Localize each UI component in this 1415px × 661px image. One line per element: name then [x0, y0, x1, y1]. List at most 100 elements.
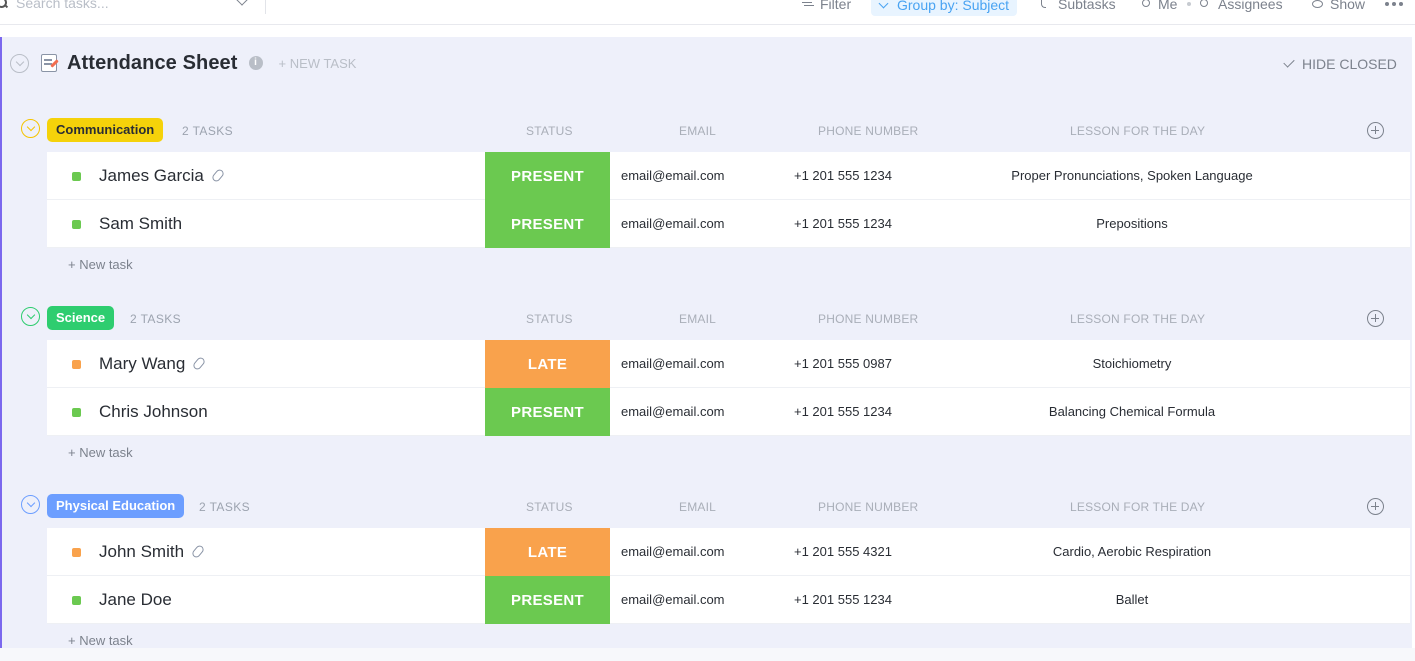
new-task-row-button[interactable]: + New task — [68, 436, 1412, 470]
attachment-icon[interactable] — [192, 355, 207, 372]
add-column-icon[interactable] — [1367, 310, 1384, 327]
email-cell[interactable]: email@email.com — [621, 216, 725, 231]
status-square-icon[interactable] — [72, 596, 81, 605]
document-edit-icon — [41, 54, 57, 72]
email-cell[interactable]: email@email.com — [621, 404, 725, 419]
new-task-row-button[interactable]: + New task — [68, 248, 1412, 282]
group-header: Physical Education 2 TASKS STATUS EMAIL … — [2, 494, 1412, 528]
subtasks-icon — [1040, 0, 1050, 9]
column-header-status[interactable]: STATUS — [526, 500, 573, 514]
status-badge[interactable]: LATE — [485, 340, 610, 388]
task-row[interactable]: Jane Doe PRESENT email@email.com +1 201 … — [47, 576, 1410, 624]
collapse-group-icon[interactable] — [21, 495, 40, 514]
search-input[interactable] — [16, 0, 216, 11]
column-header-lesson[interactable]: LESSON FOR THE DAY — [1070, 500, 1205, 514]
collapse-list-icon[interactable] — [10, 53, 29, 73]
column-header-phone[interactable]: PHONE NUMBER — [818, 124, 918, 138]
phone-cell[interactable]: +1 201 555 0987 — [794, 356, 892, 371]
user-icon — [1140, 0, 1150, 9]
status-square-icon[interactable] — [72, 220, 81, 229]
lesson-cell[interactable]: Balancing Chemical Formula — [933, 404, 1331, 419]
task-name[interactable]: Mary Wang — [99, 354, 207, 374]
phone-cell[interactable]: +1 201 555 1234 — [794, 168, 892, 183]
column-header-email[interactable]: EMAIL — [679, 312, 716, 326]
assignees-label: Assignees — [1218, 0, 1283, 12]
new-task-button[interactable]: + NEW TASK — [279, 56, 357, 71]
status-square-icon[interactable] — [72, 548, 81, 557]
group-badge[interactable]: Science — [47, 306, 115, 330]
hide-closed-button[interactable]: HIDE CLOSED — [1283, 56, 1397, 72]
task-row[interactable]: Mary Wang LATE email@email.com +1 201 55… — [47, 340, 1410, 388]
column-header-status[interactable]: STATUS — [526, 312, 573, 326]
list-title: Attendance Sheet — [67, 51, 238, 74]
status-badge[interactable]: PRESENT — [485, 152, 610, 200]
phone-cell[interactable]: +1 201 555 4321 — [794, 544, 892, 559]
status-badge[interactable]: PRESENT — [485, 388, 610, 436]
task-name[interactable]: James Garcia — [99, 166, 226, 186]
task-count: 2 TASKS — [199, 500, 251, 514]
email-cell[interactable]: email@email.com — [621, 168, 725, 183]
info-icon[interactable]: i — [248, 56, 263, 70]
separator-dot — [1187, 2, 1192, 6]
task-name[interactable]: John Smith — [99, 542, 206, 562]
group-badge[interactable]: Communication — [47, 118, 164, 142]
attachment-icon[interactable] — [190, 543, 206, 560]
column-header-lesson[interactable]: LESSON FOR THE DAY — [1070, 124, 1205, 138]
task-name[interactable]: Chris Johnson — [99, 402, 208, 422]
lesson-cell[interactable]: Prepositions — [933, 216, 1331, 231]
lesson-cell[interactable]: Ballet — [933, 592, 1331, 607]
column-header-email[interactable]: EMAIL — [679, 500, 716, 514]
lesson-cell[interactable]: Proper Pronunciations, Spoken Language — [933, 168, 1331, 183]
show-button[interactable]: Show — [1312, 0, 1365, 14]
group-by-button[interactable]: Group by: Subject — [871, 0, 1018, 16]
status-square-icon[interactable] — [72, 408, 81, 417]
users-icon — [1200, 0, 1210, 9]
group-physical-education: Physical Education 2 TASKS STATUS EMAIL … — [2, 494, 1412, 658]
search-icon — [0, 0, 8, 9]
task-row[interactable]: John Smith LATE email@email.com +1 201 5… — [47, 528, 1410, 576]
lesson-cell[interactable]: Cardio, Aerobic Respiration — [933, 544, 1331, 559]
column-header-phone[interactable]: PHONE NUMBER — [818, 500, 918, 514]
status-badge[interactable]: PRESENT — [485, 200, 610, 248]
task-row[interactable]: Sam Smith PRESENT email@email.com +1 201… — [47, 200, 1410, 248]
bottom-strip — [0, 648, 1415, 661]
collapse-group-icon[interactable] — [21, 307, 40, 326]
toolbar-divider — [265, 0, 266, 14]
attachment-icon[interactable] — [210, 167, 226, 184]
add-column-icon[interactable] — [1367, 122, 1384, 139]
email-cell[interactable]: email@email.com — [621, 592, 725, 607]
subtasks-button[interactable]: Subtasks — [1040, 0, 1116, 14]
lesson-cell[interactable]: Stoichiometry — [933, 356, 1331, 371]
email-cell[interactable]: email@email.com — [621, 544, 725, 559]
me-label: Me — [1158, 0, 1178, 12]
phone-cell[interactable]: +1 201 555 1234 — [794, 216, 892, 231]
task-count: 2 TASKS — [130, 312, 182, 326]
column-header-phone[interactable]: PHONE NUMBER — [818, 312, 918, 326]
phone-cell[interactable]: +1 201 555 1234 — [794, 404, 892, 419]
status-badge[interactable]: LATE — [485, 528, 610, 576]
group-by-label: Group by: Subject — [897, 0, 1010, 13]
chevron-down-icon[interactable] — [236, 0, 248, 6]
task-count: 2 TASKS — [182, 124, 234, 138]
status-square-icon[interactable] — [72, 172, 81, 181]
filter-button[interactable]: Filter — [802, 0, 851, 14]
me-filter-button[interactable]: Me — [1140, 0, 1201, 14]
column-header-email[interactable]: EMAIL — [679, 124, 716, 138]
status-badge[interactable]: PRESENT — [485, 576, 610, 624]
task-row[interactable]: James Garcia PRESENT email@email.com +1 … — [47, 152, 1410, 200]
task-name[interactable]: Sam Smith — [99, 214, 182, 234]
assignees-button[interactable]: Assignees — [1200, 0, 1283, 14]
email-cell[interactable]: email@email.com — [621, 356, 725, 371]
column-header-status[interactable]: STATUS — [526, 124, 573, 138]
phone-cell[interactable]: +1 201 555 1234 — [794, 592, 892, 607]
more-options-icon[interactable] — [1385, 2, 1403, 6]
task-name[interactable]: Jane Doe — [99, 590, 172, 610]
search-box[interactable] — [0, 0, 248, 14]
status-square-icon[interactable] — [72, 360, 81, 369]
add-column-icon[interactable] — [1367, 498, 1384, 515]
task-row[interactable]: Chris Johnson PRESENT email@email.com +1… — [47, 388, 1410, 436]
group-badge[interactable]: Physical Education — [47, 494, 185, 518]
column-header-lesson[interactable]: LESSON FOR THE DAY — [1070, 312, 1205, 326]
hide-closed-label: HIDE CLOSED — [1302, 56, 1397, 72]
collapse-group-icon[interactable] — [21, 119, 40, 138]
